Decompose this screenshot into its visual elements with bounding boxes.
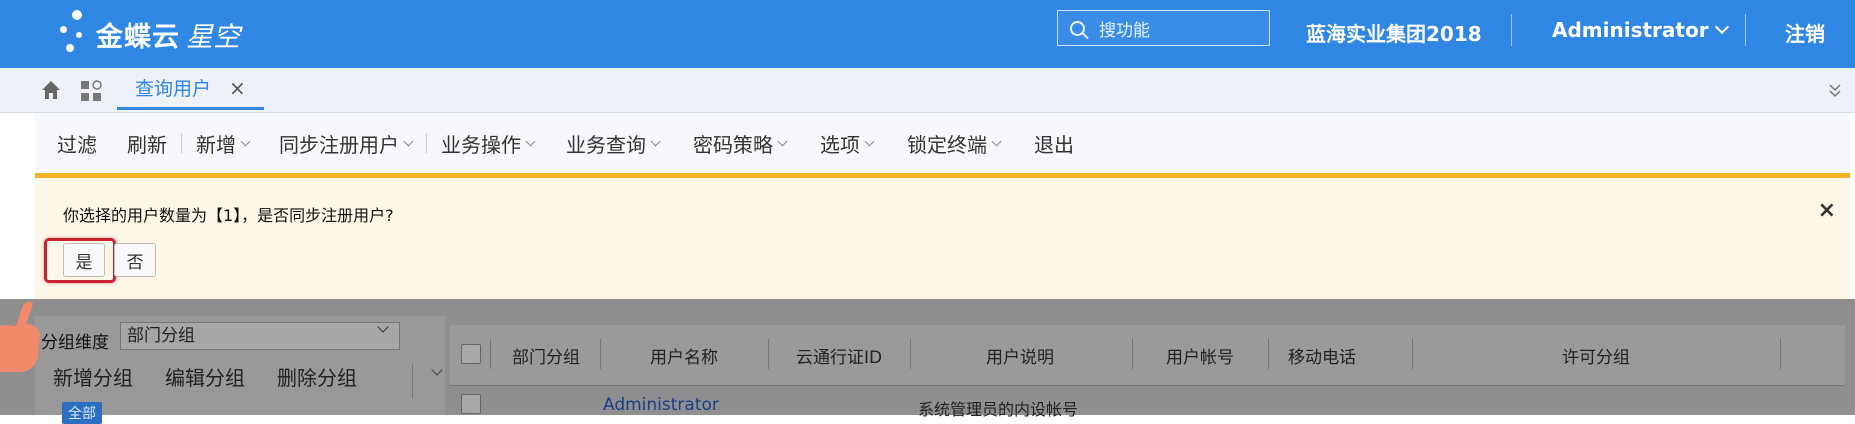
close-icon[interactable]: × [229, 76, 246, 100]
toolbar-lock-terminal[interactable]: 锁定终端 [885, 129, 1012, 158]
top-header: 金蝶云 星空 搜功能 蓝海实业集团2018 Administrator 注销 [0, 0, 1855, 68]
tab-bar [0, 68, 1855, 113]
chevron-down-icon [403, 136, 414, 146]
add-group-button[interactable]: 新增分组 [41, 362, 153, 391]
column-divider [1268, 339, 1269, 369]
toolbar-label: 过滤 [57, 132, 97, 157]
user-name: Administrator [1552, 18, 1709, 42]
select-all-checkbox[interactable] [461, 344, 481, 364]
toolbar-label: 退出 [1034, 132, 1074, 157]
toolbar-label: 锁定终端 [907, 132, 987, 157]
chevron-down-icon [377, 321, 389, 333]
column-header[interactable]: 许可分组 [1562, 343, 1630, 368]
column-divider [490, 339, 491, 369]
toolbar-business-ops[interactable]: 业务操作 [429, 129, 546, 158]
toolbar-business-query[interactable]: 业务查询 [546, 129, 671, 158]
confirm-message: 你选择的用户数量为【1】，是否同步注册用户? [63, 206, 394, 225]
chevron-down-icon [777, 136, 788, 146]
grid-header: 部门分组 用户名称 云通行证ID 用户说明 用户帐号 移动电话 许可分组 [450, 325, 1845, 386]
column-divider [600, 339, 601, 369]
user-description: 系统管理员的内设帐号 [918, 400, 1079, 419]
search-input[interactable]: 搜功能 [1057, 10, 1270, 46]
chevron-down-icon [650, 136, 661, 146]
chevron-down-icon [525, 136, 536, 146]
yes-button[interactable]: 是 [63, 243, 105, 277]
confirm-banner: 你选择的用户数量为【1】，是否同步注册用户? × [35, 178, 1850, 299]
toolbar-refresh[interactable]: 刷新 [109, 129, 179, 158]
header-divider [1511, 14, 1512, 46]
toolbar-label: 同步注册用户 [279, 132, 399, 157]
chevron-down-icon [991, 136, 1002, 146]
column-header[interactable]: 用户帐号 [1166, 343, 1234, 368]
tab-label: 查询用户 [135, 78, 212, 100]
column-header[interactable]: 云通行证ID [796, 343, 882, 368]
tab-query-users[interactable]: 查询用户 × [117, 68, 264, 110]
group-buttons: 新增分组 编辑分组 删除分组 [41, 362, 377, 391]
toolbar-divider [181, 133, 182, 153]
toolbar-filter[interactable]: 过滤 [35, 129, 109, 158]
double-chevron-down-icon[interactable] [1829, 84, 1841, 98]
chevron-down-icon [864, 136, 875, 146]
chevron-down-icon [431, 364, 443, 376]
toolbar-exit[interactable]: 退出 [1012, 129, 1086, 158]
row-checkbox[interactable] [461, 394, 481, 414]
column-divider [1132, 339, 1133, 369]
chevron-down-icon [240, 136, 251, 146]
app-logo[interactable]: 金蝶云 星空 [60, 10, 240, 58]
logout-link[interactable]: 注销 [1785, 18, 1825, 47]
column-header[interactable]: 移动电话 [1288, 343, 1356, 368]
toolbar-options[interactable]: 选项 [798, 129, 885, 158]
delete-group-button[interactable]: 删除分组 [265, 362, 377, 391]
toolbar-sync-register[interactable]: 同步注册用户 [261, 129, 424, 158]
toolbar-divider [426, 133, 427, 153]
apps-icon[interactable] [80, 80, 102, 102]
column-divider [1780, 339, 1781, 369]
search-icon [1070, 20, 1085, 36]
toolbar-label: 业务操作 [441, 132, 521, 157]
column-divider [768, 339, 769, 369]
column-header[interactable]: 用户说明 [986, 343, 1054, 368]
column-divider [1412, 339, 1413, 369]
organization-selector[interactable]: 蓝海实业集团2018 [1306, 18, 1482, 47]
no-button[interactable]: 否 [114, 243, 156, 277]
toolbar-label: 新增 [196, 132, 236, 157]
hand-pointer-icon [0, 301, 40, 372]
header-divider [1745, 14, 1746, 46]
user-grid: 部门分组 用户名称 云通行证ID 用户说明 用户帐号 移动电话 许可分组 Adm… [450, 325, 1845, 419]
group-dimension-select[interactable]: 部门分组 [120, 321, 400, 350]
user-name-link[interactable]: Administrator [603, 395, 719, 415]
edit-group-button[interactable]: 编辑分组 [153, 362, 265, 391]
column-divider [910, 339, 911, 369]
logo-dots-icon [60, 10, 94, 58]
toolbar-label: 选项 [820, 132, 860, 157]
group-tag-all[interactable]: 全部 [62, 402, 102, 424]
column-header[interactable]: 用户名称 [650, 343, 718, 368]
toolbar-label: 刷新 [127, 132, 167, 157]
toolbar: 过滤 刷新 新增 同步注册用户 业务操作 业务查询 密码策略 选项 锁定终端 退… [35, 113, 1850, 178]
toolbar-label: 业务查询 [566, 132, 646, 157]
close-icon[interactable]: × [1818, 198, 1836, 223]
column-header[interactable]: 部门分组 [512, 343, 580, 368]
toolbar-password-policy[interactable]: 密码策略 [671, 129, 798, 158]
group-dimension-label: 分组维度 [41, 333, 109, 353]
home-icon[interactable] [40, 79, 62, 101]
logo-brand: 金蝶云 [96, 21, 180, 53]
group-dimension-value: 部门分组 [127, 326, 195, 346]
toolbar-new[interactable]: 新增 [184, 129, 261, 158]
user-menu[interactable]: Administrator [1552, 18, 1729, 42]
search-placeholder: 搜功能 [1099, 20, 1150, 41]
group-more-button[interactable] [412, 364, 446, 398]
chevron-down-icon [1714, 19, 1729, 35]
toolbar-label: 密码策略 [693, 132, 773, 157]
logo-product: 星空 [186, 21, 240, 53]
